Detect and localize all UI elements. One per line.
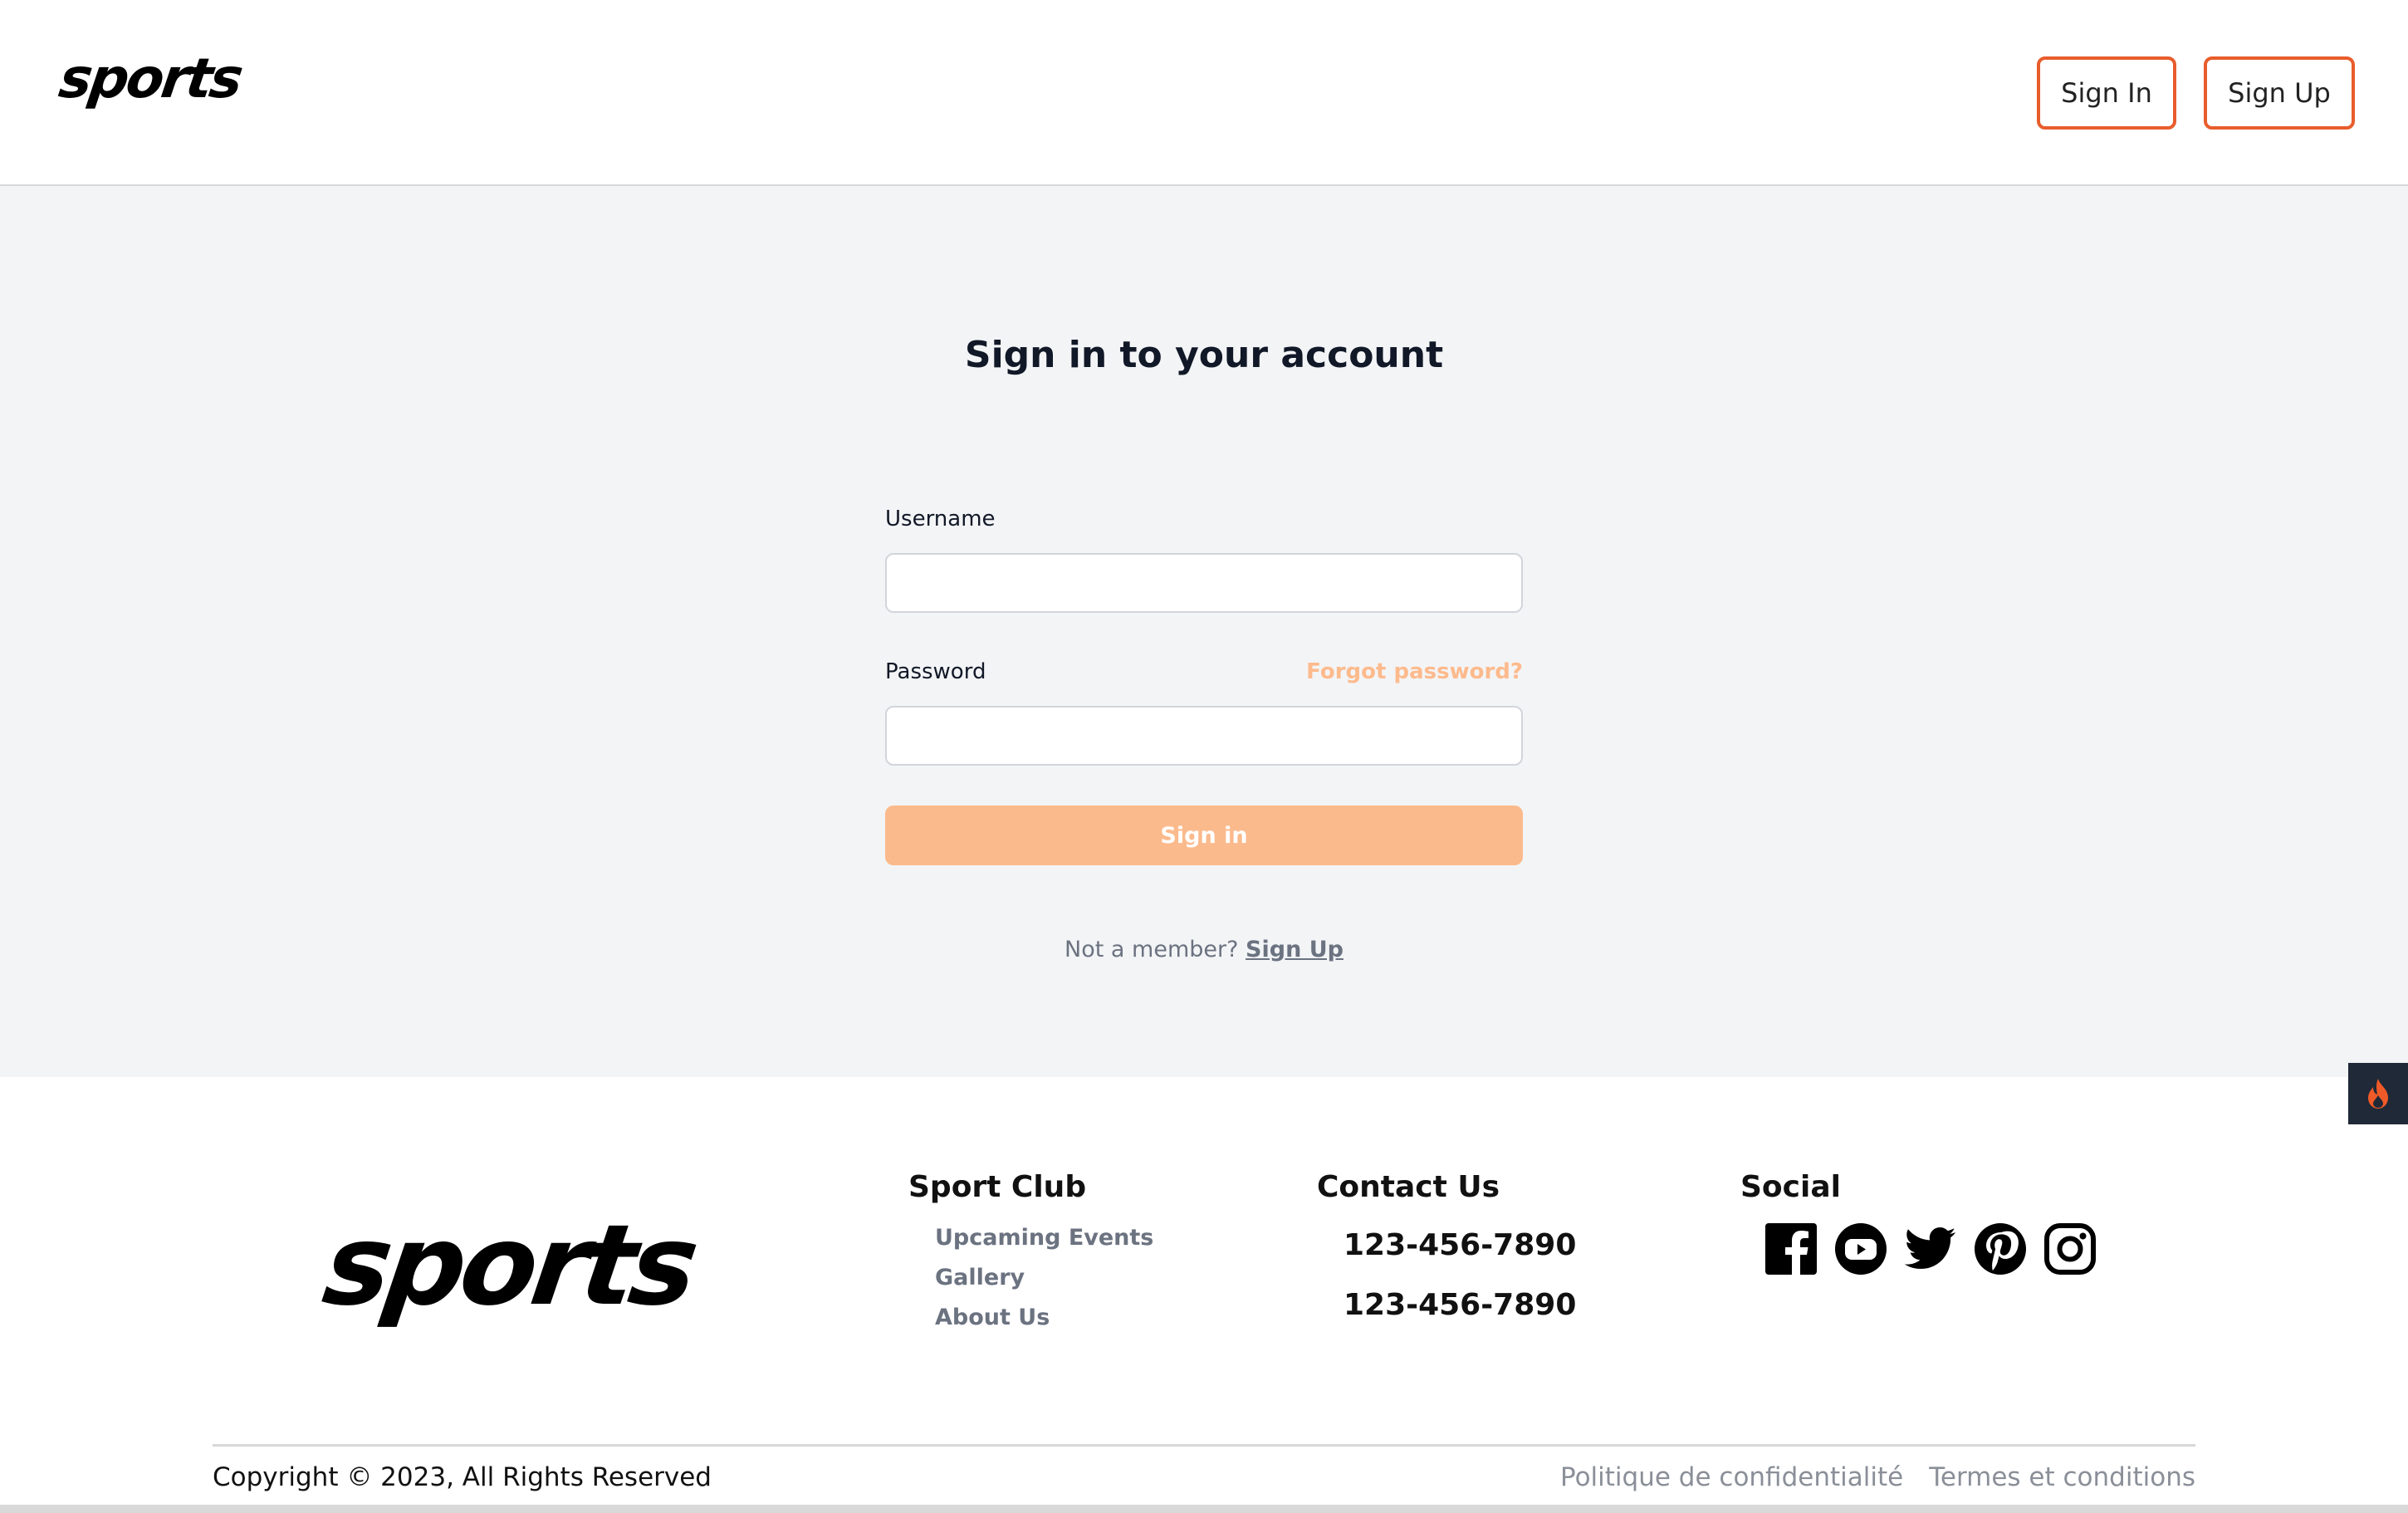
horizontal-scrollbar[interactable] [0,1505,2408,1513]
social-links [1764,1222,2097,1276]
forgot-password-link[interactable]: Forgot password? [1306,659,1523,684]
about-us-link[interactable]: About Us [935,1305,1050,1330]
social-heading: Social [1740,1170,1841,1204]
gallery-link[interactable]: Gallery [935,1265,1025,1290]
phone-number[interactable]: 123-456-7890 [1343,1288,1576,1322]
copyright-text: Copyright © 2023, All Rights Reserved [213,1462,712,1492]
not-member-prompt: Not a member? Sign Up [0,937,2408,962]
instagram-icon[interactable] [2043,1222,2097,1276]
pinterest-icon[interactable] [1973,1222,2028,1276]
flame-icon [2368,1079,2388,1109]
sports-logo[interactable]: sports [56,47,245,110]
facebook-icon[interactable] [1764,1222,1818,1276]
sign-in-submit-button[interactable]: Sign in [885,805,1523,865]
footer-logo[interactable]: sports [316,1201,702,1330]
twitter-icon[interactable] [1903,1222,1958,1276]
page-title: Sign in to your account [964,334,1444,376]
sport-club-heading: Sport Club [908,1170,1087,1204]
footer-divider [213,1444,2195,1447]
sign-in-button[interactable]: Sign In [2037,56,2176,130]
sign-up-link[interactable]: Sign Up [1246,937,1343,962]
username-label: Username [885,507,996,531]
password-label: Password [885,659,986,684]
upcoming-events-link[interactable]: Upcaming Events [935,1225,1153,1251]
footer: sports Sport Club Upcaming Events Galler… [0,1077,2408,1513]
not-member-text: Not a member? [1065,937,1239,962]
privacy-policy-link[interactable]: Politique de confidentialité [1560,1462,1903,1492]
contact-heading: Contact Us [1317,1170,1500,1204]
username-input[interactable] [885,553,1523,613]
phone-number[interactable]: 123-456-7890 [1343,1228,1576,1262]
sign-up-button[interactable]: Sign Up [2204,56,2355,130]
top-navbar: sports Sign In Sign Up [0,0,2408,186]
password-input[interactable] [885,706,1523,766]
side-widget-button[interactable] [2348,1063,2408,1124]
youtube-icon[interactable] [1833,1222,1888,1276]
sign-in-section: Sign in to your account Username Passwor… [0,186,2408,1077]
terms-link[interactable]: Termes et conditions [1929,1462,2195,1492]
